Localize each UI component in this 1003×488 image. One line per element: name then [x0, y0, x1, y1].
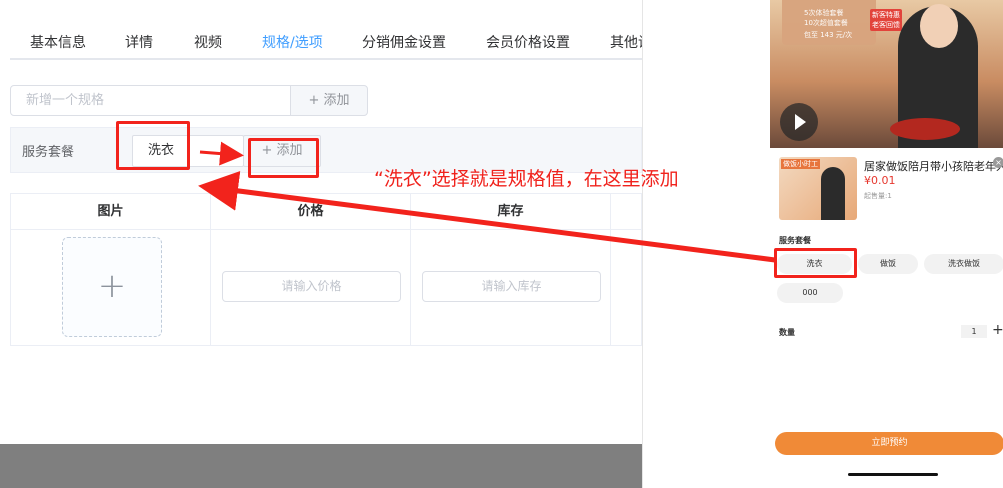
new-spec-input[interactable]: 新增一个规格 — [10, 85, 291, 116]
column-header-image: 图片 — [11, 194, 211, 230]
promo-card: 5次体验套餐 10次超值套餐 包至 143 元/次 — [782, 0, 876, 45]
quantity-plus-button[interactable]: + — [992, 322, 1003, 338]
highlight-preview-option — [774, 248, 857, 278]
close-icon[interactable]: × — [993, 157, 1003, 168]
annotation-note: “洗衣”选择就是规格值，在这里添加 — [374, 168, 679, 190]
image-upload-button[interactable]: + — [62, 237, 162, 337]
product-video[interactable]: 5次体验套餐 10次超值套餐 包至 143 元/次 新客特惠 老客回馈 — [770, 0, 1003, 148]
thumbnail-label: 做饭小时工 — [781, 159, 820, 169]
active-tab-indicator — [262, 58, 322, 60]
column-header-stock: 库存 — [411, 194, 611, 230]
spec-name-label: 服务套餐 — [22, 145, 75, 160]
product-price: ¥0.01 — [864, 174, 896, 187]
option-laundry-cooking[interactable]: 洗衣做饭 — [924, 254, 1003, 274]
option-section-label: 服务套餐 — [779, 236, 811, 245]
highlight-add-button — [248, 138, 319, 178]
tab-video[interactable]: 视频 — [194, 32, 222, 52]
promo-line-1: 5次体验套餐 — [804, 9, 844, 17]
option-cooking[interactable]: 做饭 — [858, 254, 918, 274]
home-indicator — [848, 473, 938, 476]
stock-input[interactable]: 请输入库存 — [422, 271, 601, 302]
promo-badge-returning: 老客回馈 — [870, 19, 902, 31]
product-title: 居家做饭陪月带小孩陪老年人 — [864, 160, 1003, 173]
spec-select-sheet: 做饭小时工 居家做饭陪月带小孩陪老年人 × ¥0.01 起售量:1 服务套餐 洗… — [770, 148, 1003, 488]
min-purchase: 起售量:1 — [864, 192, 892, 200]
column-header-price: 价格 — [211, 194, 411, 230]
tab-spec-options[interactable]: 规格/选项 — [262, 32, 323, 52]
reserve-now-button[interactable]: 立即预约 — [775, 432, 1003, 455]
quantity-label: 数量 — [779, 328, 795, 337]
highlight-spec-value — [116, 121, 190, 170]
sku-table: 图片 价格 库存 + 请输入价格 请输入库存 — [10, 193, 642, 346]
column-header-extra — [611, 194, 641, 230]
mobile-preview: 5次体验套餐 10次超值套餐 包至 143 元/次 新客特惠 老客回馈 做饭小时… — [642, 0, 1003, 488]
thumbnail-person — [821, 167, 845, 220]
quantity-value[interactable]: 1 — [961, 325, 987, 338]
promo-line-3: 包至 143 元/次 — [804, 31, 853, 39]
tab-distribution-commission[interactable]: 分销佣金设置 — [362, 32, 446, 52]
video-pan — [890, 118, 960, 140]
video-face — [920, 4, 958, 48]
tab-details[interactable]: 详情 — [125, 32, 153, 52]
tab-member-price[interactable]: 会员价格设置 — [486, 32, 570, 52]
promo-line-2: 10次超值套餐 — [804, 19, 848, 27]
price-input[interactable]: 请输入价格 — [222, 271, 401, 302]
option-000[interactable]: 000 — [777, 283, 843, 303]
add-spec-button[interactable]: + 添加 — [290, 85, 368, 116]
tab-basic-info[interactable]: 基本信息 — [30, 32, 86, 52]
tab-bar: 基本信息 详情 视频 规格/选项 分销佣金设置 会员价格设置 其他设置 — [10, 22, 650, 60]
product-thumbnail: 做饭小时工 — [779, 157, 857, 220]
play-icon[interactable] — [780, 103, 818, 141]
